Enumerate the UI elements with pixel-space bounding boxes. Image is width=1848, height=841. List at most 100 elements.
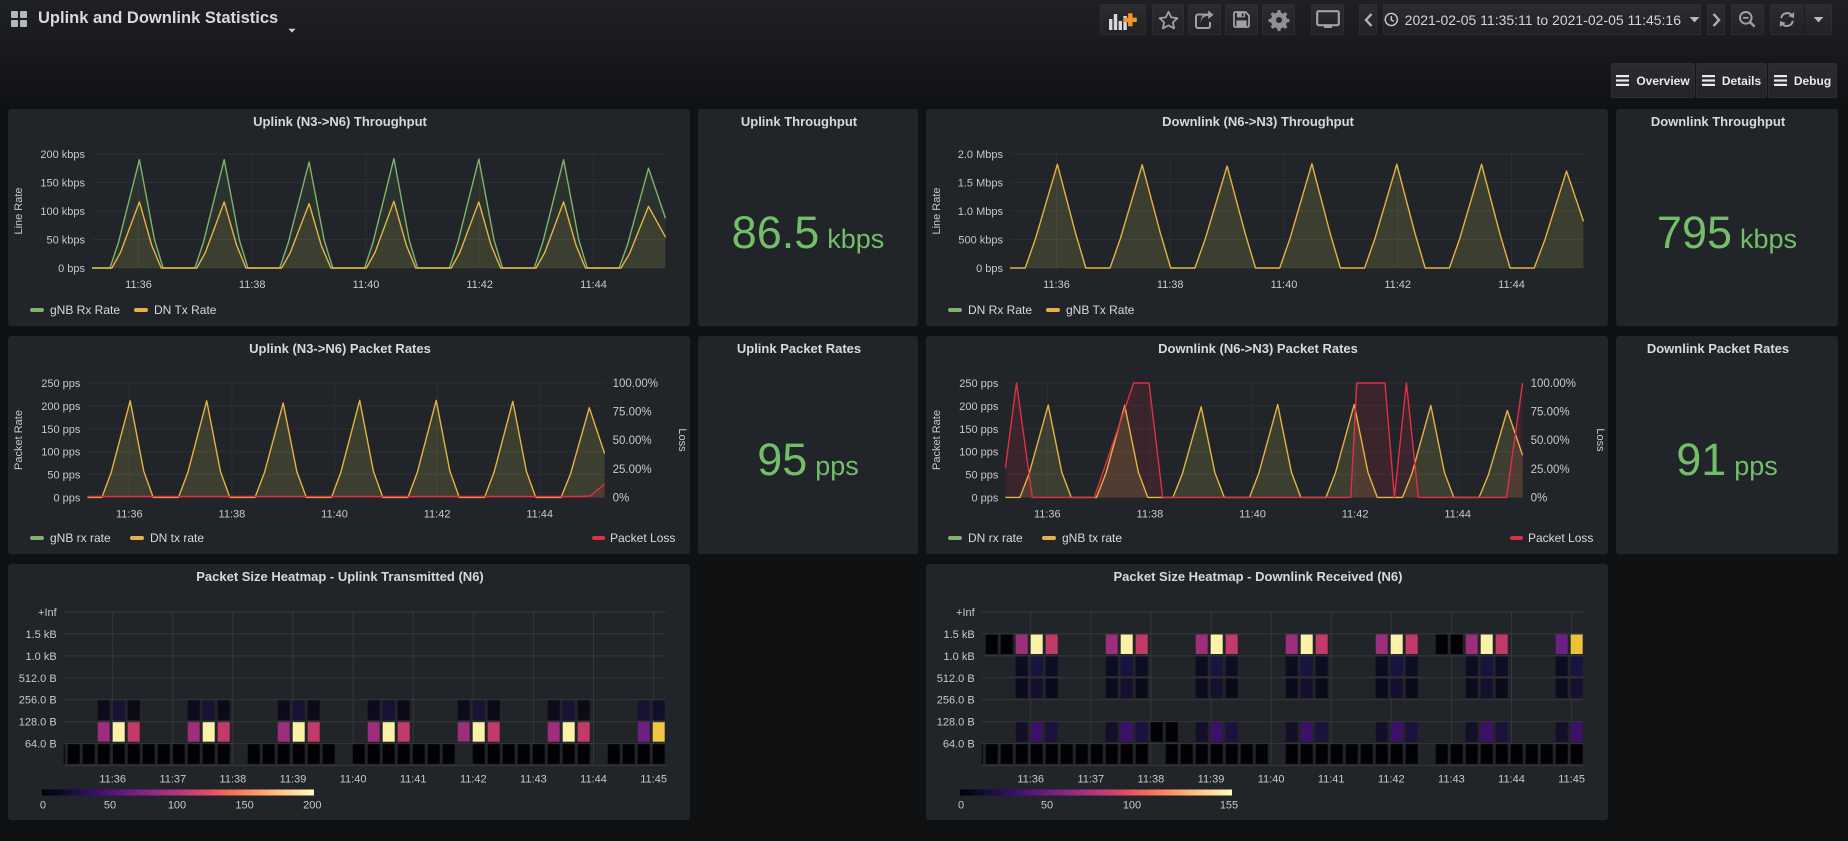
svg-text:50: 50 (104, 800, 116, 812)
svg-text:gNB Rx Rate: gNB Rx Rate (50, 303, 120, 317)
svg-text:11:40: 11:40 (1258, 774, 1285, 786)
svg-text:+Inf: +Inf (956, 607, 976, 619)
svg-text:11:38: 11:38 (220, 774, 247, 786)
svg-text:11:40: 11:40 (340, 774, 367, 786)
svg-text:11:36: 11:36 (99, 774, 126, 786)
svg-text:100: 100 (1123, 800, 1141, 812)
svg-text:100: 100 (168, 800, 186, 812)
svg-text:25.00%: 25.00% (613, 464, 652, 476)
svg-text:50 pps: 50 pps (965, 470, 999, 482)
svg-text:DN Rx Rate: DN Rx Rate (968, 303, 1032, 317)
svg-text:11:38: 11:38 (219, 508, 246, 520)
svg-text:50.00%: 50.00% (1531, 435, 1570, 447)
svg-text:gNB rx rate: gNB rx rate (50, 531, 111, 545)
svg-text:150 pps: 150 pps (41, 424, 81, 436)
svg-text:11:38: 11:38 (1157, 279, 1184, 291)
svg-text:0: 0 (958, 800, 964, 812)
svg-text:150: 150 (235, 800, 253, 812)
svg-text:50 pps: 50 pps (47, 470, 81, 482)
svg-text:1.0 kB: 1.0 kB (26, 651, 57, 663)
svg-text:11:39: 11:39 (1198, 774, 1225, 786)
svg-text:11:42: 11:42 (466, 279, 493, 291)
svg-text:100 pps: 100 pps (41, 447, 81, 459)
svg-text:0%: 0% (1531, 492, 1548, 504)
svg-text:Packet Loss: Packet Loss (1528, 531, 1593, 545)
svg-text:DN tx rate: DN tx rate (150, 531, 204, 545)
svg-text:11:42: 11:42 (424, 508, 451, 520)
svg-text:11:44: 11:44 (1444, 508, 1471, 520)
svg-text:100.00%: 100.00% (613, 378, 658, 390)
svg-text:250 pps: 250 pps (959, 378, 999, 390)
svg-text:1.5 kB: 1.5 kB (26, 629, 57, 641)
svg-text:150 kbps: 150 kbps (40, 178, 85, 190)
svg-text:+Inf: +Inf (38, 607, 58, 619)
svg-text:512.0 B: 512.0 B (937, 673, 975, 685)
svg-text:Packet Rate: Packet Rate (931, 410, 943, 470)
svg-text:11:38: 11:38 (239, 279, 266, 291)
svg-text:11:40: 11:40 (353, 279, 380, 291)
svg-text:11:42: 11:42 (1378, 774, 1405, 786)
svg-text:0: 0 (40, 800, 46, 812)
svg-text:50.00%: 50.00% (613, 435, 652, 447)
svg-text:11:43: 11:43 (520, 774, 547, 786)
svg-text:11:44: 11:44 (580, 774, 607, 786)
svg-text:75.00%: 75.00% (1531, 407, 1570, 419)
svg-text:100 kbps: 100 kbps (40, 206, 85, 218)
svg-text:1.0 Mbps: 1.0 Mbps (958, 206, 1004, 218)
svg-text:150 pps: 150 pps (959, 424, 999, 436)
svg-text:11:44: 11:44 (526, 508, 553, 520)
svg-text:11:36: 11:36 (1034, 508, 1061, 520)
svg-text:11:45: 11:45 (640, 774, 667, 786)
svg-text:11:36: 11:36 (125, 279, 152, 291)
svg-text:11:41: 11:41 (400, 774, 427, 786)
svg-text:50 kbps: 50 kbps (46, 235, 85, 247)
svg-text:75.00%: 75.00% (613, 407, 652, 419)
svg-text:11:36: 11:36 (1017, 774, 1044, 786)
svg-text:DN rx rate: DN rx rate (968, 531, 1023, 545)
svg-text:Line Rate: Line Rate (931, 187, 943, 234)
svg-text:512.0 B: 512.0 B (19, 673, 57, 685)
svg-text:11:36: 11:36 (116, 508, 143, 520)
svg-text:200 pps: 200 pps (41, 401, 81, 413)
svg-text:100.00%: 100.00% (1531, 378, 1576, 390)
svg-text:11:40: 11:40 (1271, 279, 1298, 291)
svg-text:Packet Loss: Packet Loss (610, 531, 675, 545)
svg-text:DN Tx Rate: DN Tx Rate (154, 303, 217, 317)
svg-text:128.0 B: 128.0 B (19, 717, 57, 729)
svg-text:200: 200 (303, 800, 321, 812)
svg-text:Loss: Loss (1594, 428, 1606, 452)
svg-text:50: 50 (1041, 800, 1053, 812)
svg-text:100 pps: 100 pps (959, 447, 999, 459)
svg-text:256.0 B: 256.0 B (19, 695, 57, 707)
svg-text:0 bps: 0 bps (58, 263, 85, 275)
svg-text:250 pps: 250 pps (41, 378, 81, 390)
svg-text:gNB tx rate: gNB tx rate (1062, 531, 1122, 545)
svg-text:11:40: 11:40 (321, 508, 348, 520)
svg-text:155: 155 (1220, 800, 1238, 812)
svg-text:11:41: 11:41 (1318, 774, 1345, 786)
svg-text:11:36: 11:36 (1043, 279, 1070, 291)
svg-text:11:44: 11:44 (1498, 279, 1525, 291)
svg-text:256.0 B: 256.0 B (937, 695, 975, 707)
svg-text:Packet Rate: Packet Rate (13, 410, 25, 470)
svg-text:11:38: 11:38 (1138, 774, 1165, 786)
svg-text:11:42: 11:42 (1384, 279, 1411, 291)
svg-text:25.00%: 25.00% (1531, 464, 1570, 476)
svg-text:11:44: 11:44 (1498, 774, 1525, 786)
svg-text:11:43: 11:43 (1438, 774, 1465, 786)
svg-text:200 pps: 200 pps (959, 401, 999, 413)
svg-text:gNB Tx Rate: gNB Tx Rate (1066, 303, 1135, 317)
svg-text:0 pps: 0 pps (53, 492, 80, 504)
svg-text:11:45: 11:45 (1558, 774, 1585, 786)
svg-text:11:39: 11:39 (280, 774, 307, 786)
svg-text:64.0 B: 64.0 B (25, 739, 57, 751)
svg-text:11:37: 11:37 (1077, 774, 1104, 786)
svg-text:11:42: 11:42 (460, 774, 487, 786)
svg-text:1.5 Mbps: 1.5 Mbps (958, 178, 1004, 190)
svg-text:11:40: 11:40 (1239, 508, 1266, 520)
svg-text:0 pps: 0 pps (971, 492, 998, 504)
svg-text:Loss: Loss (676, 428, 688, 452)
svg-text:11:38: 11:38 (1137, 508, 1164, 520)
svg-text:1.5 kB: 1.5 kB (944, 629, 975, 641)
svg-text:Line Rate: Line Rate (13, 187, 25, 234)
